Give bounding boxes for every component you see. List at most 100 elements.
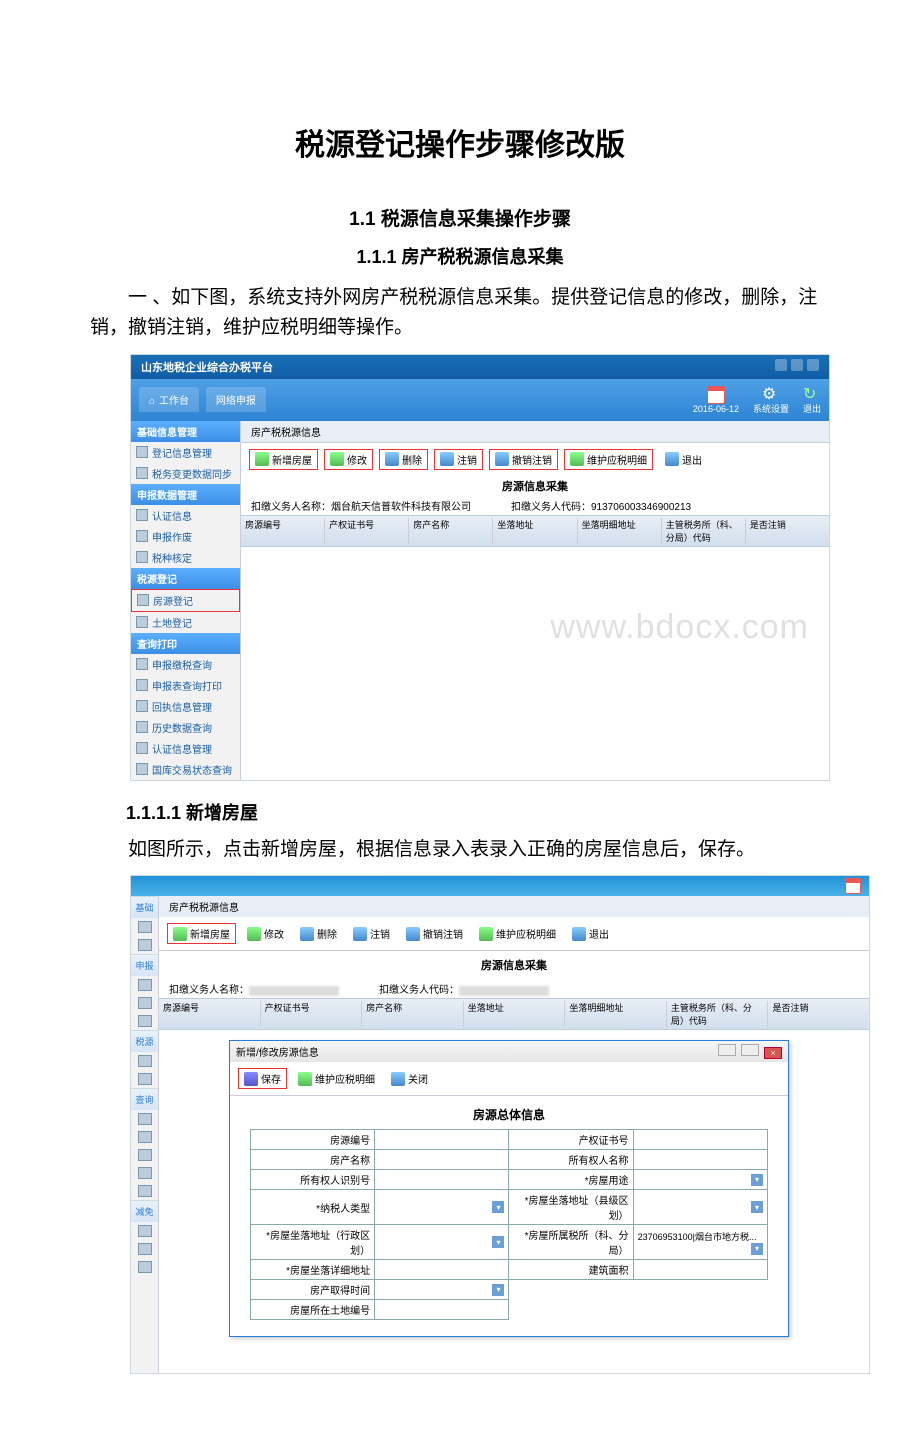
header-exit[interactable]: 退出	[803, 384, 821, 415]
redacted	[459, 986, 549, 996]
tab-house-tax[interactable]: 房产税税源信息	[241, 421, 829, 443]
sidebar-item-q3[interactable]: 回执信息管理	[131, 696, 240, 717]
side-tax-relief[interactable]: 减免	[131, 1200, 158, 1222]
form: 房源编号 产权证书号 房产名称 所有权人名称 所有权人识别号	[230, 1129, 788, 1336]
input-detail-addr[interactable]	[375, 1260, 509, 1280]
select-bureau[interactable]: 23706953100|烟台市地方税...	[633, 1225, 767, 1260]
sidebar-item-q2[interactable]: 申报表查询打印	[131, 675, 240, 696]
screenshot-2: 基础 申报 税源 查询 减免 房产税税源信息 新增房屋 修改	[130, 875, 870, 1374]
side-icon[interactable]	[138, 1073, 152, 1085]
label-county: *房屋坐落地址（县级区划）	[509, 1190, 633, 1225]
side-icon[interactable]	[138, 1131, 152, 1143]
side-query[interactable]: 查询	[131, 1088, 158, 1110]
side-icon[interactable]	[138, 1243, 152, 1255]
header-settings[interactable]: 系统设置	[753, 384, 789, 415]
side-taxsrc[interactable]: 税源	[131, 1030, 158, 1052]
house-icon	[137, 594, 149, 606]
side-icon[interactable]	[138, 997, 152, 1009]
undo-cancel-button[interactable]: 撤销注销	[489, 449, 558, 470]
th-cancel: 是否注销	[746, 518, 829, 544]
th-addr: 坐落地址	[493, 518, 577, 544]
sidebar-item-q5[interactable]: 认证信息管理	[131, 738, 240, 759]
input-house-id[interactable]	[375, 1130, 509, 1150]
select-county[interactable]	[633, 1190, 767, 1225]
section-1-1: 1.1 税源信息采集操作步骤	[90, 204, 830, 231]
min-icon[interactable]	[718, 1044, 736, 1056]
sidebar-item-auth[interactable]: 认证信息	[131, 505, 240, 526]
side-icon[interactable]	[138, 1225, 152, 1237]
edit-button[interactable]: 修改	[324, 449, 373, 470]
menu-home[interactable]: 工作台	[139, 387, 199, 412]
close-button[interactable]: 关闭	[386, 1069, 433, 1088]
side-icon[interactable]	[138, 1167, 152, 1179]
maintain-button[interactable]: 维护应税明细	[564, 449, 653, 470]
input-area[interactable]	[633, 1260, 767, 1280]
label-taxpayer-type: *纳税人类型	[251, 1190, 375, 1225]
close-icon[interactable]: ×	[764, 1047, 782, 1059]
side-icon[interactable]	[138, 1055, 152, 1067]
sidebar-item-taxtype[interactable]: 税种核定	[131, 547, 240, 568]
menu-netreport[interactable]: 网络申报	[206, 387, 266, 412]
cancel-button[interactable]: 注销	[348, 924, 395, 943]
dropdown-icon[interactable]	[751, 1243, 763, 1255]
sidebar-group-query[interactable]: 查询打印	[131, 633, 240, 654]
info-icon	[391, 1072, 405, 1086]
delete-button[interactable]: 删除	[379, 449, 428, 470]
side-icon[interactable]	[138, 1261, 152, 1273]
sidebar-item-q1[interactable]: 申报缴税查询	[131, 654, 240, 675]
input-cert-no[interactable]	[633, 1130, 767, 1150]
select-taxpayer-type[interactable]	[375, 1190, 509, 1225]
side-icon[interactable]	[138, 1113, 152, 1125]
maintain-detail-button[interactable]: 维护应税明细	[293, 1069, 380, 1088]
input-house-name[interactable]	[375, 1150, 509, 1170]
side-icon[interactable]	[138, 939, 152, 951]
input-acquire-date[interactable]	[375, 1280, 509, 1300]
exit-button[interactable]: 退出	[567, 924, 614, 943]
sidebar-item-land-reg[interactable]: 土地登记	[131, 612, 240, 633]
edit-button[interactable]: 修改	[242, 924, 289, 943]
sidebar-group-taxsource[interactable]: 税源登记	[131, 568, 240, 589]
input-owner-name[interactable]	[633, 1150, 767, 1170]
tab-house-tax[interactable]: 房产税税源信息	[159, 896, 869, 917]
sidebar-group-basic[interactable]: 基础信息管理	[131, 421, 240, 442]
side-icon[interactable]	[138, 1185, 152, 1197]
dialog-heading: 房源总体信息	[230, 1106, 788, 1123]
exit-button[interactable]: 退出	[659, 449, 708, 470]
exit-icon	[803, 384, 821, 402]
side-icon[interactable]	[138, 1015, 152, 1027]
input-land-id[interactable]	[375, 1300, 509, 1320]
sidebar-group-report[interactable]: 申报数据管理	[131, 484, 240, 505]
input-owner-id[interactable]	[375, 1170, 509, 1190]
side-icon[interactable]	[138, 1149, 152, 1161]
side-basic[interactable]: 基础	[131, 896, 158, 918]
side-report[interactable]: 申报	[131, 954, 158, 976]
dropdown-icon[interactable]	[751, 1174, 763, 1186]
sidebar-item-reginfo[interactable]: 登记信息管理	[131, 442, 240, 463]
save-button[interactable]: 保存	[238, 1068, 287, 1089]
dropdown-icon[interactable]	[751, 1201, 763, 1213]
side-icon[interactable]	[138, 979, 152, 991]
add-house-button[interactable]: 新增房屋	[249, 449, 318, 470]
dropdown-icon[interactable]	[492, 1236, 504, 1248]
calendar-icon	[707, 386, 725, 404]
add-house-button[interactable]: 新增房屋	[167, 923, 236, 944]
maintain-button[interactable]: 维护应税明细	[474, 924, 561, 943]
max-icon[interactable]	[741, 1044, 759, 1056]
dropdown-icon[interactable]	[492, 1201, 504, 1213]
sidebar-item-void[interactable]: 申报作废	[131, 526, 240, 547]
cancel-button[interactable]: 注销	[434, 449, 483, 470]
undo-cancel-button[interactable]: 撤销注销	[401, 924, 468, 943]
select-use[interactable]	[633, 1170, 767, 1190]
sidebar-item-house-reg[interactable]: 房源登记	[131, 589, 240, 612]
sidebar-item-sync[interactable]: 税务变更数据同步	[131, 463, 240, 484]
sidebar: 基础信息管理 登记信息管理 税务变更数据同步 申报数据管理 认证信息 申报作废 …	[131, 421, 241, 780]
side-icon[interactable]	[138, 921, 152, 933]
dropdown-icon[interactable]	[492, 1284, 504, 1296]
doc-icon	[136, 446, 148, 458]
delete-button[interactable]: 删除	[295, 924, 342, 943]
history-icon	[136, 721, 148, 733]
sidebar-item-q6[interactable]: 国库交易状态查询	[131, 759, 240, 780]
sidebar-item-q4[interactable]: 历史数据查询	[131, 717, 240, 738]
label-acquire-date: 房产取得时间	[251, 1280, 375, 1300]
select-district[interactable]	[375, 1225, 509, 1260]
